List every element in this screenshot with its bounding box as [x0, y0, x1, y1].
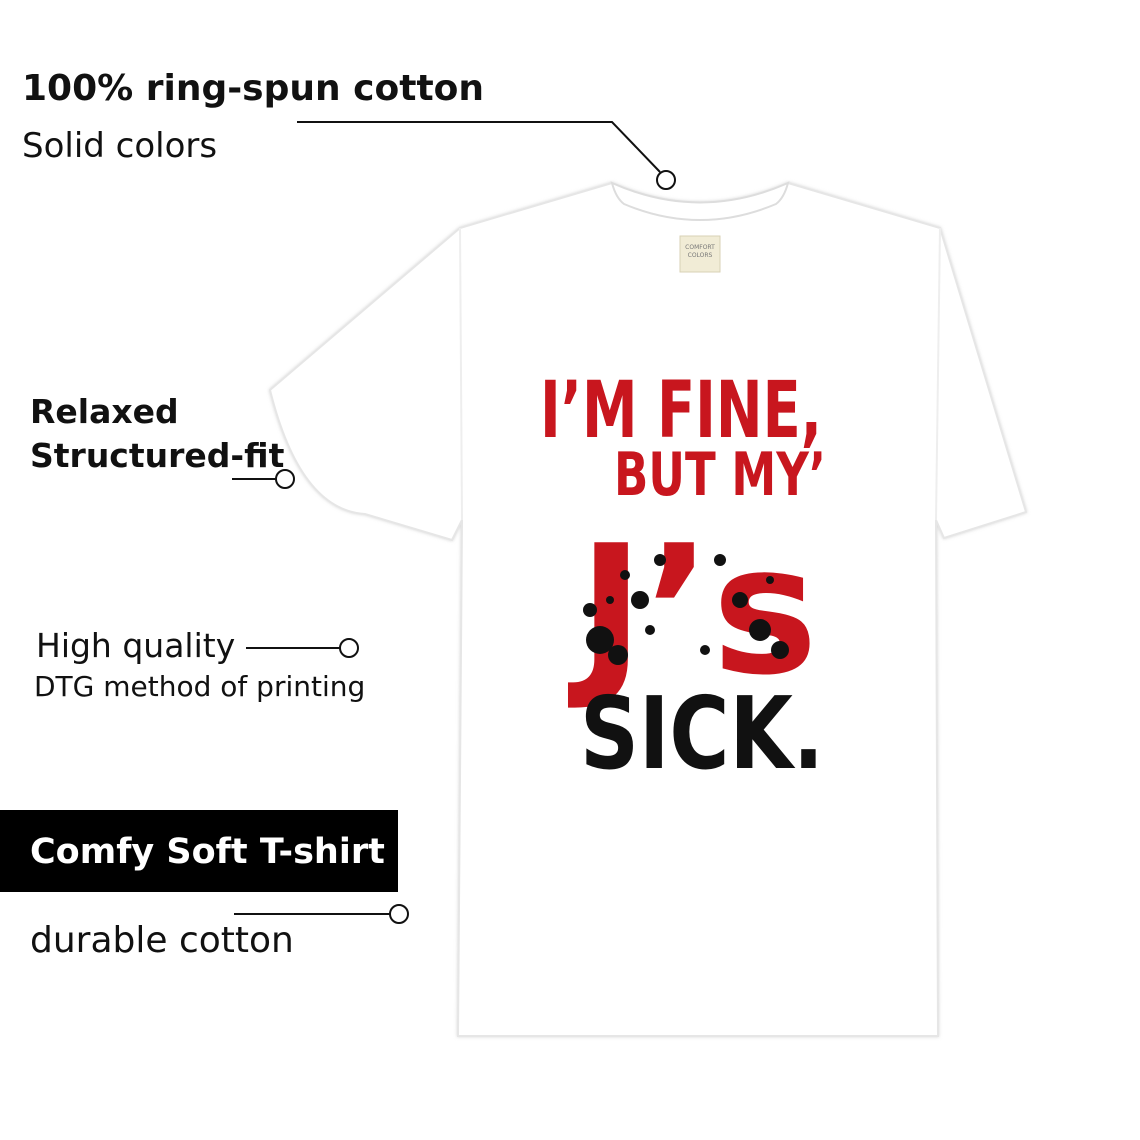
neck-tag-brand-1: COMFORT [685, 244, 715, 251]
shirt-print: I’M FINE, BUT MY’ J’s SICK. [540, 366, 826, 792]
print-line-4: SICK. [580, 675, 824, 792]
neck-tag-brand-2: COLORS [688, 252, 713, 259]
print-line-2: BUT MY’ [614, 440, 826, 510]
tshirt-illustration: COMFORT COLORS I’M FINE, BUT MY’ J’s SIC… [268, 181, 1028, 1037]
